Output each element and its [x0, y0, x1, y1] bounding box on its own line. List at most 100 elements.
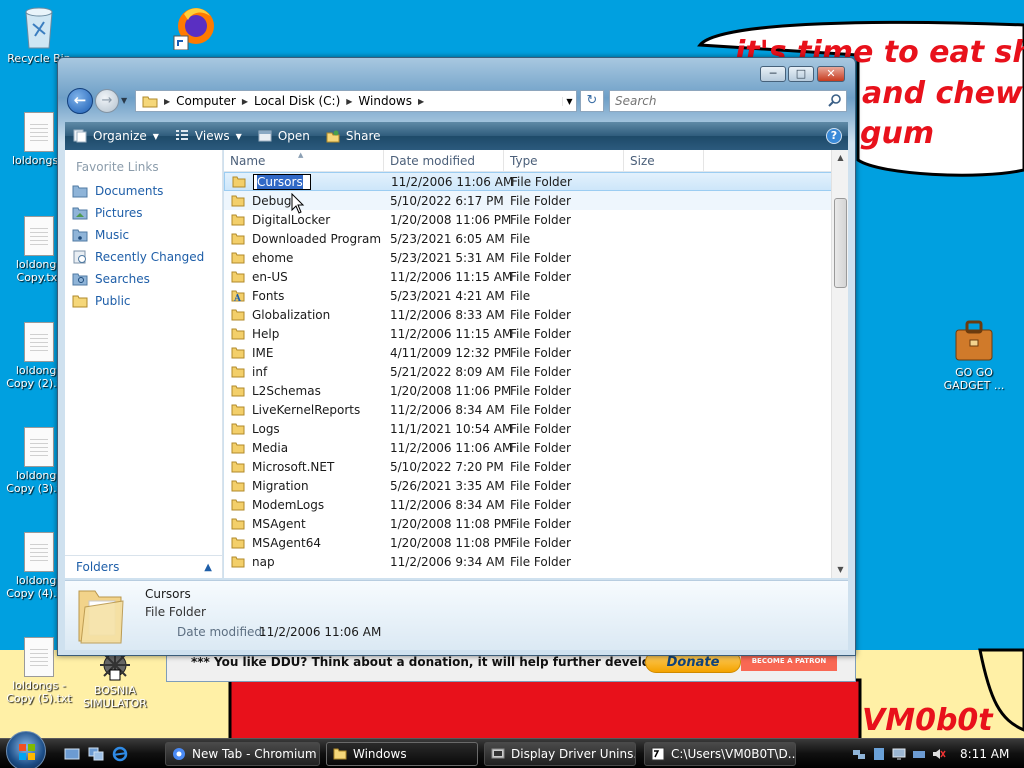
search-box[interactable]	[609, 90, 847, 112]
task-windows-explorer[interactable]: Windows	[326, 742, 478, 766]
folder-icon	[231, 252, 245, 263]
recent-pages-dropdown[interactable]: ▼	[121, 96, 127, 105]
folders-label: Folders	[76, 560, 120, 574]
column-header-date-modified[interactable]: Date modified	[384, 150, 504, 171]
nav-link-searches[interactable]: Searches	[72, 272, 150, 286]
clock[interactable]: 8:11 AM	[960, 747, 1009, 761]
open-button[interactable]: Open	[250, 122, 318, 150]
file-list-pane[interactable]: ▲ Name Date modified Type Size Cursors 11…	[224, 150, 848, 578]
explorer-window[interactable]: ─ □ ✕ ← → ▼ ▶ Computer ▶ Local Disk (C:)…	[57, 57, 856, 656]
breadcrumb-separator[interactable]: ▶	[416, 97, 426, 106]
breadcrumb-computer[interactable]: Computer	[172, 94, 240, 108]
file-row[interactable]: MSAgent64 1/20/2008 11:08 PM File Folder	[224, 533, 834, 552]
organize-button[interactable]: Organize ▼	[65, 122, 167, 150]
file-row[interactable]: Media 11/2/2006 11:06 AM File Folder	[224, 438, 834, 457]
file-row[interactable]: DigitalLocker 1/20/2008 11:06 PM File Fold…	[224, 210, 834, 229]
file-row[interactable]: Help 11/2/2006 11:15 AM File Folder	[224, 324, 834, 343]
show-desktop-icon[interactable]	[64, 746, 80, 762]
nav-link-public[interactable]: Public	[72, 294, 131, 308]
vertical-scrollbar[interactable]: ▲ ▼	[831, 150, 848, 578]
nav-link-pictures[interactable]: Pictures	[72, 206, 143, 220]
file-date: 11/2/2006 11:06 AM	[390, 440, 513, 455]
windows-logo-icon	[19, 744, 35, 760]
breadcrumb-local-disk[interactable]: Local Disk (C:)	[250, 94, 344, 108]
forward-button[interactable]: →	[95, 89, 119, 113]
documents-icon	[72, 185, 88, 198]
file-row[interactable]: IME 4/11/2009 12:32 PM File Folder	[224, 343, 834, 362]
text-file-icon	[24, 322, 54, 362]
file-row[interactable]: Debug 5/10/2022 6:17 PM File Folder	[224, 191, 834, 210]
navigation-pane: Favorite Links Documents Pictures Music …	[65, 150, 223, 578]
file-row[interactable]: Downloaded Program ... 5/23/2021 6:05 AM F…	[224, 229, 834, 248]
start-button[interactable]	[6, 731, 46, 768]
column-header-row: ▲ Name Date modified Type Size	[224, 150, 834, 172]
column-header-type[interactable]: Type	[504, 150, 624, 171]
scroll-down-icon[interactable]: ▼	[832, 562, 848, 578]
scroll-up-icon[interactable]: ▲	[832, 150, 848, 166]
file-row[interactable]: inf 5/21/2022 8:09 AM File Folder	[224, 362, 834, 381]
file-row[interactable]: nap 11/2/2006 9:34 AM File Folder	[224, 552, 834, 571]
file-type: File Folder	[510, 535, 571, 550]
file-name-cell: ModemLogs	[224, 498, 384, 512]
file-name: ehome	[252, 250, 294, 265]
music-icon	[72, 229, 88, 242]
switch-windows-icon[interactable]	[88, 746, 104, 762]
desktop-icon-go-go-gadget[interactable]: GO GO GADGET ...	[939, 316, 1009, 392]
nav-link-recently-changed[interactable]: Recently Changed	[72, 250, 204, 264]
scrollbar-thumb[interactable]	[834, 198, 847, 288]
breadcrumb-separator[interactable]: ▶	[344, 97, 354, 106]
task-7zip-window[interactable]: C:\Users\VM0B0T\D...	[644, 742, 796, 766]
desktop-icon-recycle-bin[interactable]: Recycle Bin	[4, 4, 74, 65]
file-date: 5/10/2022 6:17 PM	[390, 193, 504, 208]
breadcrumb-separator[interactable]: ▶	[240, 97, 250, 106]
file-type: File Folder	[510, 250, 571, 265]
file-row[interactable]: Cursors 11/2/2006 11:06 AM File Folder	[224, 172, 834, 191]
network-icon[interactable]	[852, 747, 866, 761]
file-row[interactable]: Microsoft.NET 5/10/2022 7:20 PM File Folde…	[224, 457, 834, 476]
share-button[interactable]: Share	[318, 122, 389, 150]
nav-link-documents[interactable]: Documents	[72, 184, 163, 198]
breadcrumb-separator[interactable]: ▶	[162, 97, 172, 106]
file-date: 11/2/2006 11:06 AM	[391, 174, 514, 189]
volume-muted-icon[interactable]	[932, 747, 946, 761]
minimize-button[interactable]: ─	[760, 66, 786, 82]
chromium-desktop-icon[interactable]	[170, 4, 218, 50]
breadcrumb-windows[interactable]: Windows	[354, 94, 416, 108]
file-row[interactable]: ModemLogs 11/2/2006 8:34 AM File Folder	[224, 495, 834, 514]
search-icon[interactable]	[828, 93, 842, 107]
search-input[interactable]	[610, 91, 810, 111]
file-type: File Folder	[510, 307, 571, 322]
internet-explorer-icon[interactable]	[112, 746, 128, 762]
file-name: Globalization	[252, 307, 331, 322]
views-icon	[175, 130, 188, 140]
file-row[interactable]: MSAgent 1/20/2008 11:08 PM File Folder	[224, 514, 834, 533]
file-row[interactable]: Migration 5/26/2021 3:35 AM File Folder	[224, 476, 834, 495]
desktop-icon-bosnia-simulator[interactable]: BOSNIA SIMULATOR	[80, 648, 150, 710]
file-row[interactable]: Globalization 11/2/2006 8:33 AM File Folde…	[224, 305, 834, 324]
views-button[interactable]: Views ▼	[167, 122, 250, 150]
sidebar-icon[interactable]	[872, 747, 886, 761]
rename-input[interactable]: Cursors	[253, 173, 311, 190]
file-row[interactable]: Logs 11/1/2021 10:54 AM File Folder	[224, 419, 834, 438]
file-row[interactable]: A Fonts 5/23/2021 4:21 AM File	[224, 286, 834, 305]
nav-link-music[interactable]: Music	[72, 228, 129, 242]
file-row[interactable]: en-US 11/2/2006 11:15 AM File Folder	[224, 267, 834, 286]
close-button[interactable]: ✕	[817, 66, 845, 82]
organize-icon	[73, 129, 87, 143]
column-header-size[interactable]: Size	[624, 150, 704, 171]
maximize-button[interactable]: □	[788, 66, 814, 82]
file-row[interactable]: ehome 5/23/2021 5:31 AM File Folder	[224, 248, 834, 267]
file-row[interactable]: L2Schemas 1/20/2008 11:06 PM File Folder	[224, 381, 834, 400]
column-header-name[interactable]: ▲ Name	[224, 150, 384, 171]
task-display-driver-uninstaller[interactable]: Display Driver Unins...	[484, 742, 636, 766]
back-button[interactable]: ←	[67, 88, 93, 114]
folders-toggle[interactable]: Folders ▲	[65, 555, 223, 578]
address-bar[interactable]: ▶ Computer ▶ Local Disk (C:) ▶ Windows ▶…	[135, 90, 577, 112]
task-chromium[interactable]: New Tab - Chromium	[165, 742, 320, 766]
display-icon[interactable]	[892, 747, 906, 761]
address-dropdown-icon[interactable]: ▼	[562, 96, 576, 106]
network-connection-icon[interactable]	[912, 747, 926, 761]
help-button[interactable]: ?	[826, 128, 842, 144]
file-row[interactable]: LiveKernelReports 11/2/2006 8:34 AM File F…	[224, 400, 834, 419]
refresh-button[interactable]: ↻	[580, 90, 604, 112]
